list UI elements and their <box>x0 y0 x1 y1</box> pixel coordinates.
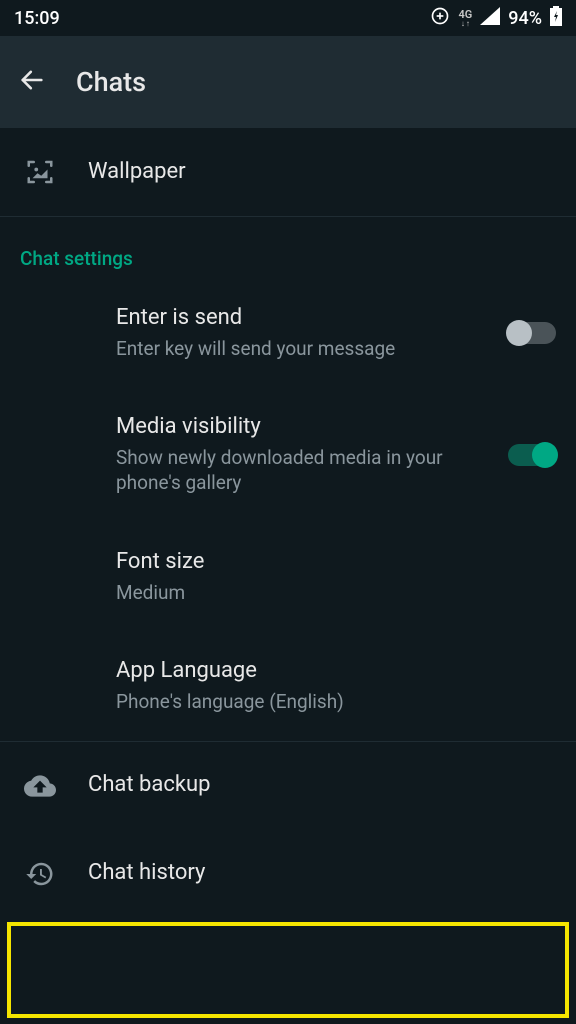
history-icon <box>20 859 60 889</box>
media-visibility-item[interactable]: Media visibility Show newly downloaded m… <box>0 387 576 522</box>
status-right: 4G ↓↑ 94% <box>430 6 562 31</box>
font-size-subtitle: Medium <box>116 580 556 606</box>
enter-is-send-switch[interactable] <box>508 322 556 344</box>
app-bar-title: Chats <box>76 66 146 98</box>
cloud-upload-icon <box>20 770 60 802</box>
app-language-subtitle: Phone's language (English) <box>116 689 556 715</box>
font-size-item[interactable]: Font size Medium <box>0 522 576 631</box>
chat-backup-item[interactable]: Chat backup <box>0 742 576 830</box>
app-language-title: App Language <box>116 657 556 686</box>
section-header-chat-settings: Chat settings <box>0 217 576 278</box>
highlight-rectangle <box>7 922 569 1018</box>
battery-percent: 94% <box>508 8 542 29</box>
network-4g-icon: 4G ↓↑ <box>458 9 472 28</box>
enter-is-send-title: Enter is send <box>116 304 480 333</box>
battery-icon <box>550 6 562 31</box>
status-time: 15:09 <box>14 8 60 29</box>
enter-is-send-item[interactable]: Enter is send Enter key will send your m… <box>0 278 576 387</box>
back-icon[interactable] <box>18 66 46 98</box>
status-bar: 15:09 4G ↓↑ 94% <box>0 0 576 36</box>
signal-icon <box>480 7 500 30</box>
chat-history-item[interactable]: Chat history <box>0 830 576 918</box>
app-language-item[interactable]: App Language Phone's language (English) <box>0 631 576 740</box>
media-visibility-subtitle: Show newly downloaded media in your phon… <box>116 445 480 496</box>
wallpaper-icon <box>20 157 60 187</box>
wallpaper-label: Wallpaper <box>88 158 556 187</box>
wallpaper-item[interactable]: Wallpaper <box>0 128 576 216</box>
enter-is-send-subtitle: Enter key will send your message <box>116 336 480 362</box>
app-bar: Chats <box>0 36 576 128</box>
cast-icon <box>430 6 450 31</box>
media-visibility-switch[interactable] <box>508 444 556 466</box>
chat-history-label: Chat history <box>88 859 556 888</box>
font-size-title: Font size <box>116 548 556 577</box>
media-visibility-title: Media visibility <box>116 413 480 442</box>
chat-backup-label: Chat backup <box>88 771 556 800</box>
